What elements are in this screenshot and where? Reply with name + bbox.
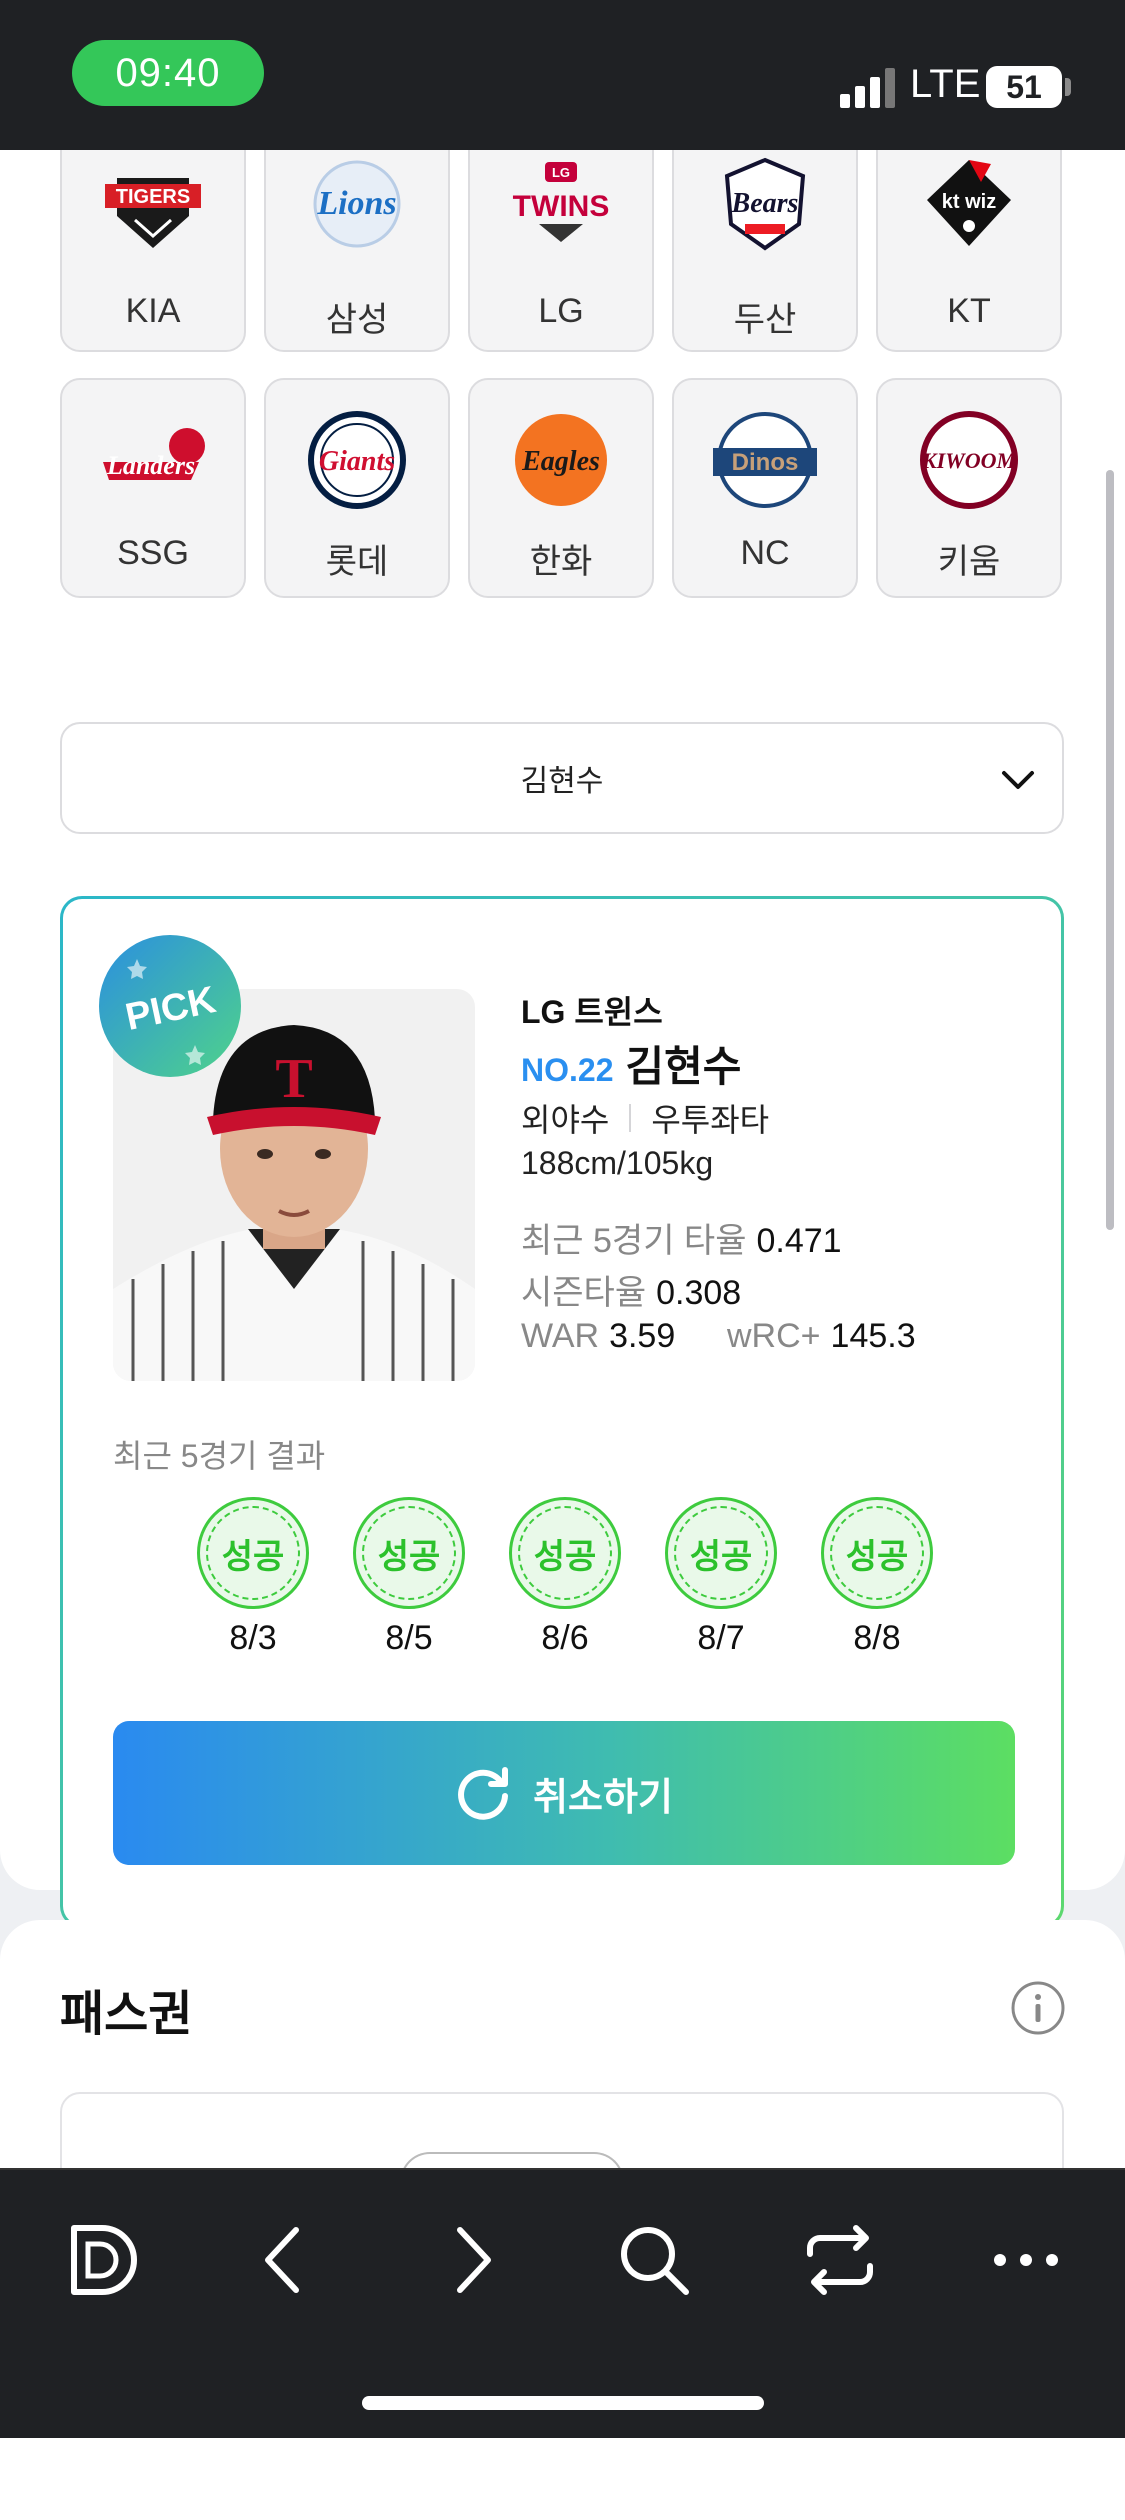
success-badge: 성공 bbox=[821, 1497, 933, 1609]
network-label: LTE bbox=[910, 62, 981, 106]
tigers-logo-text: TIGERS bbox=[116, 186, 190, 208]
cancel-button-label: 취소하기 bbox=[533, 1776, 673, 1819]
team-tile-kiwoom[interactable]: KIWOOM 키움 bbox=[876, 378, 1062, 598]
twins-logo-text: TWINS bbox=[513, 190, 610, 223]
pick-badge: PICK bbox=[99, 935, 241, 1077]
team-picker-card: TIGERS KIA Lions 삼성 LG TWINS LG Bears 두산 bbox=[0, 100, 1125, 1925]
player-position-line: 외야수 우투좌타 bbox=[521, 1095, 769, 1141]
team-name: KIA bbox=[125, 292, 181, 330]
team-tile-nc[interactable]: Dinos NC bbox=[672, 378, 858, 598]
giants-logo-text: Giants bbox=[319, 446, 395, 477]
stat-war: WAR 3.59 bbox=[521, 1317, 675, 1356]
ktwiz-logo: kt wiz bbox=[927, 160, 1011, 246]
team-name: 두산 bbox=[733, 301, 797, 339]
team-name: NC bbox=[740, 534, 790, 572]
search-icon[interactable] bbox=[614, 2220, 694, 2300]
lions-logo: Lions bbox=[313, 160, 401, 248]
result-date: 8/5 bbox=[385, 1619, 433, 1657]
team-name: SSG bbox=[117, 534, 189, 572]
status-time: 09:40 bbox=[72, 40, 264, 106]
eagles-logo: Eagles bbox=[515, 414, 607, 506]
result-item: 성공 8/3 bbox=[197, 1497, 309, 1658]
status-bar: 09:40 LTE 51 bbox=[0, 0, 1125, 150]
lions-logo-text: Lions bbox=[316, 185, 396, 222]
success-badge: 성공 bbox=[197, 1497, 309, 1609]
player-position: 외야수 bbox=[521, 1102, 610, 1138]
divider bbox=[629, 1104, 632, 1132]
eagles-logo-text: Eagles bbox=[521, 446, 600, 477]
svg-text:T: T bbox=[275, 1048, 312, 1110]
stat-wrc: wRC+ 145.3 bbox=[727, 1317, 916, 1356]
stat-recent5: 최근 5경기 타율 0.471 bbox=[521, 1213, 842, 1262]
result-date: 8/6 bbox=[541, 1619, 589, 1657]
player-select-value: 김현수 bbox=[520, 765, 604, 798]
stat-label: wRC+ bbox=[727, 1317, 821, 1355]
landers-logo-text: Landers bbox=[106, 451, 195, 480]
stat-season: 시즌타율 0.308 bbox=[521, 1265, 741, 1314]
battery-tip bbox=[1065, 78, 1071, 96]
team-name: 삼성 bbox=[325, 301, 389, 339]
success-badge: 성공 bbox=[665, 1497, 777, 1609]
signal-icon bbox=[840, 64, 900, 108]
result-date: 8/7 bbox=[697, 1619, 745, 1657]
pass-section-title: 패스권 bbox=[60, 1988, 193, 2041]
player-select-dropdown[interactable]: 김현수 bbox=[60, 722, 1064, 834]
player-title: NO.22 김현수 bbox=[521, 1033, 741, 1094]
cancel-pick-button[interactable]: 취소하기 bbox=[113, 1721, 1015, 1865]
player-team: LG 트윈스 bbox=[521, 994, 663, 1030]
team-name: LG bbox=[538, 292, 584, 330]
player-body: 188cm/105kg bbox=[521, 1145, 714, 1181]
twins-logo-top: LG bbox=[552, 165, 570, 180]
result-item: 성공 8/8 bbox=[821, 1497, 933, 1658]
more-icon[interactable] bbox=[986, 2220, 1066, 2300]
twins-logo: LG TWINS bbox=[513, 162, 610, 242]
team-name: KT bbox=[947, 292, 991, 330]
chevron-down-icon bbox=[1002, 771, 1034, 789]
kiwoom-logo: KIWOOM bbox=[920, 411, 1018, 509]
dinos-logo-text: Dinos bbox=[732, 449, 799, 476]
stat-label: 시즌타율 bbox=[521, 1274, 647, 1312]
info-icon[interactable] bbox=[1010, 1980, 1066, 2036]
stat-value: 0.308 bbox=[656, 1274, 742, 1312]
recent-results-title: 최근 5경기 결과 bbox=[113, 1438, 326, 1474]
battery-icon: 51 bbox=[986, 66, 1062, 108]
team-name: 한화 bbox=[529, 543, 593, 581]
team-name: 키움 bbox=[937, 543, 1001, 581]
back-icon[interactable] bbox=[244, 2220, 324, 2300]
result-date: 8/3 bbox=[229, 1619, 277, 1657]
dinos-logo: Dinos bbox=[713, 412, 817, 508]
result-date: 8/8 bbox=[853, 1619, 901, 1657]
team-tile-lotte[interactable]: Giants 롯데 bbox=[264, 378, 450, 598]
team-tile-hanwha[interactable]: Eagles 한화 bbox=[468, 378, 654, 598]
d-logo-icon[interactable] bbox=[62, 2220, 142, 2300]
stat-value: 145.3 bbox=[830, 1317, 916, 1355]
team-name: 롯데 bbox=[325, 543, 389, 581]
stat-label: 최근 5경기 타율 bbox=[521, 1222, 747, 1260]
ktwiz-logo-text: kt wiz bbox=[942, 191, 996, 213]
player-name: 김현수 bbox=[625, 1043, 742, 1090]
home-indicator bbox=[362, 2396, 764, 2410]
forward-icon[interactable] bbox=[432, 2220, 512, 2300]
stat-value: 0.471 bbox=[756, 1222, 842, 1260]
success-badge: 성공 bbox=[509, 1497, 621, 1609]
team-tile-ssg[interactable]: Landers SSG bbox=[60, 378, 246, 598]
refresh-icon bbox=[458, 1767, 509, 1820]
stat-label: WAR bbox=[521, 1317, 600, 1355]
player-card: T PICK LG 트윈스 NO.22 김현수 외야수 우투좌타 188cm/1… bbox=[60, 896, 1064, 1928]
sync-icon[interactable] bbox=[800, 2220, 880, 2300]
kiwoom-logo-text: KIWOOM bbox=[921, 448, 1018, 473]
giants-logo: Giants bbox=[308, 411, 406, 509]
stat-value: 3.59 bbox=[609, 1317, 676, 1355]
scrollbar[interactable] bbox=[1106, 470, 1114, 1230]
player-bats-throws: 우투좌타 bbox=[651, 1102, 770, 1138]
result-item: 성공 8/6 bbox=[509, 1497, 621, 1658]
bears-logo: Bears bbox=[724, 157, 806, 251]
tigers-logo: TIGERS bbox=[105, 178, 201, 248]
result-item: 성공 8/7 bbox=[665, 1497, 777, 1658]
player-number: NO.22 bbox=[521, 1052, 614, 1088]
result-item: 성공 8/5 bbox=[353, 1497, 465, 1658]
bears-logo-text: Bears bbox=[731, 188, 799, 219]
landers-logo: Landers bbox=[103, 428, 205, 480]
success-badge: 성공 bbox=[353, 1497, 465, 1609]
